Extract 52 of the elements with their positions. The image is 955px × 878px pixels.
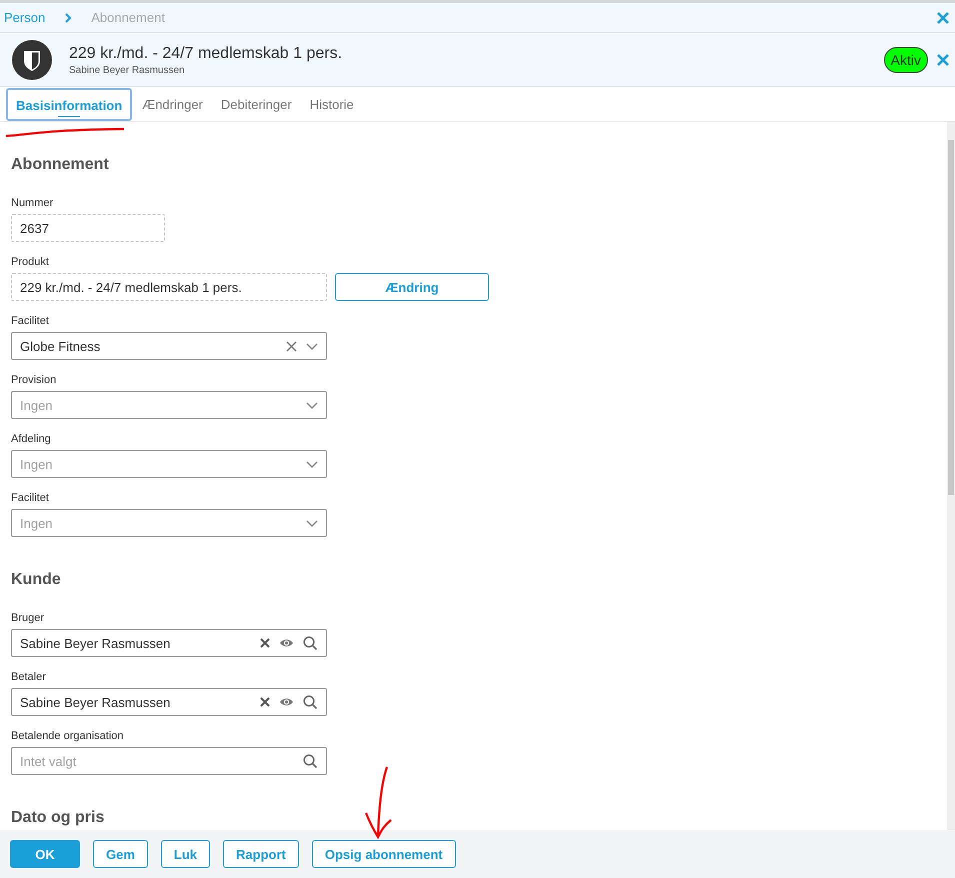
field-label: Nummer: [11, 197, 54, 210]
search-icon[interactable]: [303, 694, 318, 710]
lookup-field[interactable]: Intet valgt: [11, 747, 327, 775]
clear-icon[interactable]: [286, 340, 297, 352]
footer-button[interactable]: Opsig abonnement: [312, 840, 456, 868]
field-label: Bruger: [11, 612, 46, 625]
ok-button[interactable]: OK: [10, 840, 80, 868]
search-icon[interactable]: [303, 754, 318, 768]
field-label: Betaler: [11, 671, 47, 684]
breadcrumb-link[interactable]: Person: [4, 10, 46, 25]
field-label: Betalende organisation: [11, 730, 125, 743]
footer-button[interactable]: Rapport: [223, 840, 299, 868]
record-subtitle: Sabine Beyer Rasmussen: [69, 64, 186, 76]
section-heading: Abonnement: [11, 156, 110, 174]
scrollbar[interactable]: [947, 122, 955, 830]
chevron-down-icon[interactable]: [306, 460, 318, 468]
readonly-field: 2637: [11, 214, 165, 242]
tab[interactable]: Basisinformation: [6, 88, 132, 120]
clear-icon[interactable]: [260, 697, 270, 707]
dropdown-field[interactable]: Ingen: [11, 391, 327, 419]
tab[interactable]: Ændringer: [134, 88, 211, 120]
tab[interactable]: Debiteringer: [212, 88, 300, 120]
close-icon[interactable]: [936, 52, 950, 66]
footer-button[interactable]: Gem: [93, 840, 148, 868]
lookup-field[interactable]: Sabine Beyer Rasmussen: [11, 688, 327, 716]
dropdown-field[interactable]: Ingen: [11, 450, 327, 478]
field-label: Facilitet: [11, 315, 50, 328]
eye-icon[interactable]: [279, 637, 294, 649]
dropdown-field[interactable]: Globe Fitness: [11, 332, 327, 360]
change-button[interactable]: Ændring: [335, 273, 489, 301]
record-title: 229 kr./md. - 24/7 medlemskab 1 pers.: [69, 44, 344, 64]
clear-icon[interactable]: [260, 638, 270, 648]
section-heading: Dato og pris: [11, 809, 106, 827]
eye-icon[interactable]: [279, 696, 294, 708]
field-label: Produkt: [11, 256, 50, 269]
readonly-field: 229 kr./md. - 24/7 medlemskab 1 pers.: [11, 273, 327, 301]
field-label: Afdeling: [11, 433, 52, 446]
shield-icon: [12, 40, 52, 80]
section-heading: Kunde: [11, 571, 62, 589]
tab[interactable]: Historie: [302, 88, 362, 120]
field-label: Provision: [11, 374, 58, 387]
close-icon[interactable]: [936, 10, 950, 24]
lookup-field[interactable]: Sabine Beyer Rasmussen: [11, 629, 327, 657]
chevron-right-icon: [63, 12, 74, 24]
chevron-down-icon[interactable]: [306, 402, 318, 408]
search-icon[interactable]: [303, 636, 318, 650]
footer-button[interactable]: Luk: [160, 840, 210, 868]
status-badge: Aktiv: [884, 46, 928, 72]
dropdown-field[interactable]: Ingen: [11, 509, 327, 537]
chevron-down-icon[interactable]: [306, 342, 318, 350]
chevron-down-icon[interactable]: [306, 520, 318, 526]
field-label: Facilitet: [11, 492, 50, 505]
